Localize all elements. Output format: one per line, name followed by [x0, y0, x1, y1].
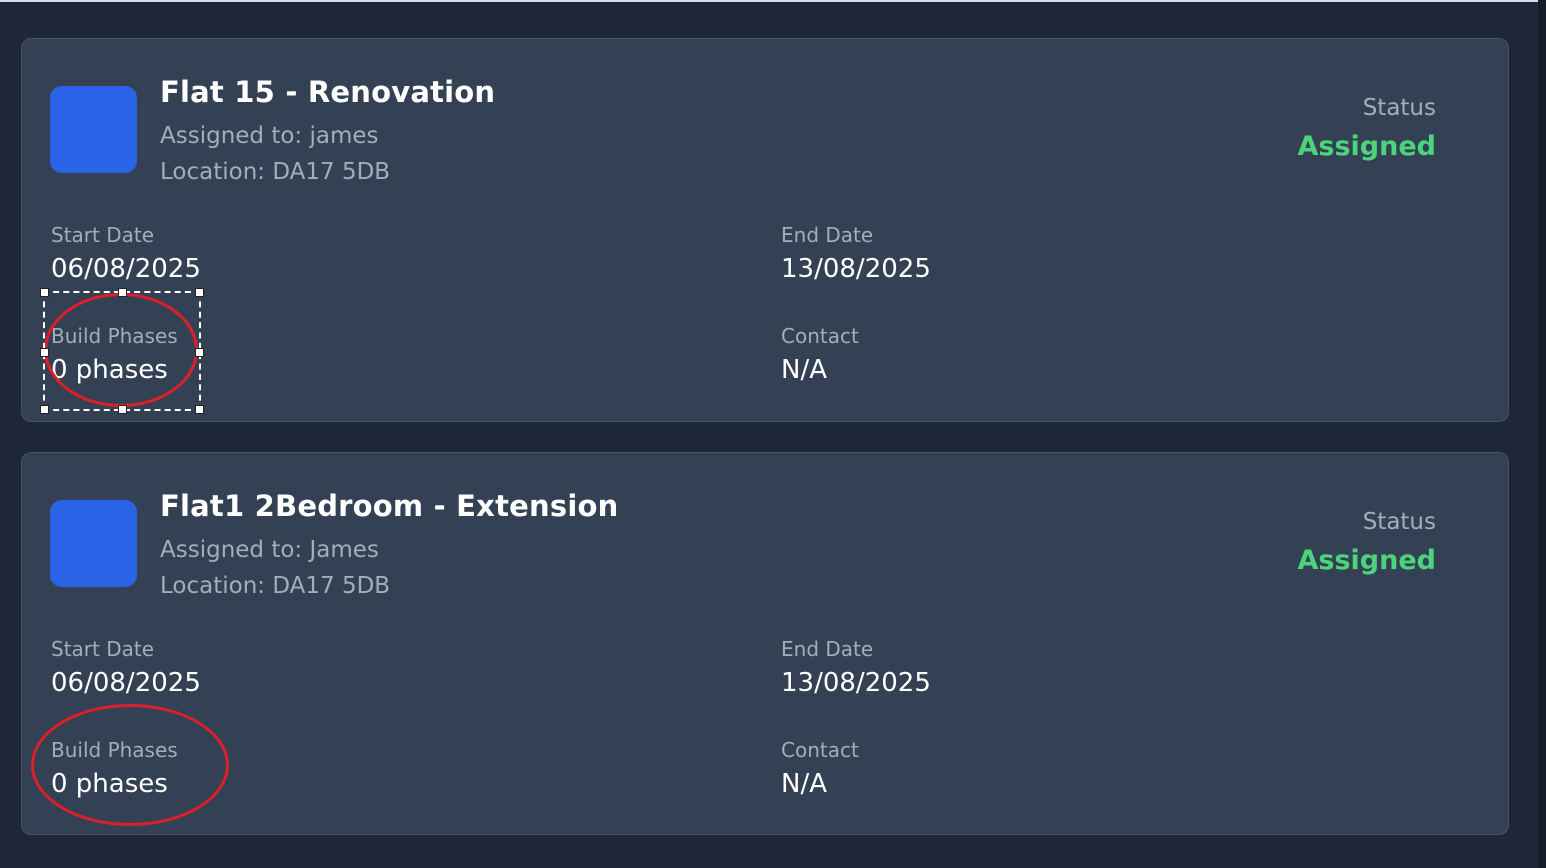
contact-value: N/A [781, 355, 827, 385]
project-thumbnail [50, 86, 137, 173]
project-assignee: Assigned to: James [160, 537, 379, 563]
start-date-value: 06/08/2025 [51, 254, 201, 284]
build-phases-label: Build Phases [51, 738, 178, 762]
start-date-label: Start Date [51, 223, 155, 247]
contact-value: N/A [781, 769, 827, 799]
contact-label: Contact [781, 324, 859, 348]
end-date-label: End Date [781, 637, 874, 661]
start-date-value: 06/08/2025 [51, 668, 201, 698]
project-title[interactable]: Flat1 2Bedroom - Extension [160, 489, 618, 523]
project-location: Location: DA17 5DB [160, 573, 391, 599]
build-phases-label: Build Phases [51, 324, 178, 348]
start-date-label: Start Date [51, 637, 155, 661]
build-phases-value: 0 phases [51, 769, 168, 799]
project-list-page: Flat 15 - Renovation Assigned to: james … [0, 0, 1546, 868]
scrollbar-track[interactable] [1538, 0, 1546, 868]
end-date-value: 13/08/2025 [781, 254, 931, 284]
status-badge: Assigned [1297, 131, 1436, 162]
end-date-value: 13/08/2025 [781, 668, 931, 698]
project-card[interactable]: Flat1 2Bedroom - Extension Assigned to: … [21, 452, 1509, 835]
window-top-edge [0, 0, 1540, 2]
status-badge: Assigned [1297, 545, 1436, 576]
project-card[interactable]: Flat 15 - Renovation Assigned to: james … [21, 38, 1509, 422]
contact-label: Contact [781, 738, 859, 762]
project-title[interactable]: Flat 15 - Renovation [160, 75, 495, 109]
project-assignee: Assigned to: james [160, 123, 379, 149]
end-date-label: End Date [781, 223, 874, 247]
project-location: Location: DA17 5DB [160, 159, 391, 185]
build-phases-value: 0 phases [51, 355, 168, 385]
status-label: Status [1362, 509, 1436, 535]
project-thumbnail [50, 500, 137, 587]
status-label: Status [1362, 95, 1436, 121]
